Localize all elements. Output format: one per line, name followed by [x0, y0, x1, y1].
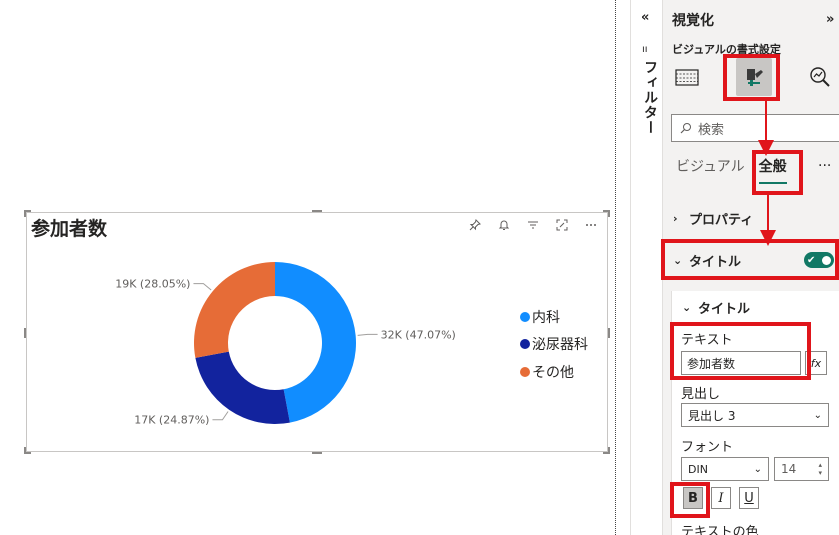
legend-dot: [520, 311, 530, 322]
title-text-input[interactable]: 参加者数: [681, 351, 801, 375]
paintbrush-format-icon: [747, 69, 763, 86]
collapse-pane-icon[interactable]: «: [641, 10, 649, 25]
legend-item[interactable]: 内科: [520, 303, 588, 331]
report-canvas[interactable]: 参加者数 32K (47.07%) 17K (24.87%) 19K (28.0…: [0, 0, 616, 535]
analytics-magnifier-icon: [810, 67, 830, 87]
legend-dot: [520, 366, 530, 377]
font-value: DIN: [688, 462, 708, 476]
resize-handle[interactable]: [608, 447, 610, 454]
section-properties-label: プロパティ: [689, 212, 754, 228]
resize-handle[interactable]: [312, 452, 322, 454]
legend-dot: [520, 339, 530, 350]
tab-general[interactable]: 全般: [758, 156, 787, 184]
data-label: 17K (24.87%): [134, 414, 209, 427]
heading-value: 見出し 3: [688, 408, 736, 423]
donut-slice[interactable]: [194, 262, 275, 358]
legend-item[interactable]: 泌尿器科: [520, 331, 588, 359]
font-family-dropdown[interactable]: DIN ⌄: [681, 457, 769, 481]
donut-visual[interactable]: 参加者数 32K (47.07%) 17K (24.87%) 19K (28.0…: [24, 210, 610, 454]
font-label: フォント: [681, 440, 734, 455]
heading-label: 見出し: [681, 387, 721, 402]
font-size-stepper[interactable]: 14 ▴ ▾: [774, 457, 829, 481]
filter-pane-collapsed[interactable]: ıı フィルター: [630, 0, 662, 535]
font-size-value: 14: [781, 462, 797, 476]
format-search-input[interactable]: 検索: [671, 114, 839, 142]
chevron-down-icon: ⌄: [673, 253, 683, 267]
section-title-label: タイトル: [689, 254, 742, 270]
legend-label: 内科: [532, 309, 560, 326]
format-subtabs: ビジュアル 全般: [676, 156, 801, 184]
title-settings-card: ⌄ タイトル テキスト 参加者数 fx 見出し 見出し 3 ⌄ フォント DIN…: [671, 291, 839, 535]
chevron-down-icon: ⌄: [753, 463, 762, 475]
card-header[interactable]: ⌄ タイトル: [682, 298, 750, 317]
title-toggle[interactable]: ✔: [804, 252, 834, 268]
build-visual-tab[interactable]: [669, 58, 705, 96]
fields-grid-icon: [675, 69, 699, 86]
text-label: テキスト: [681, 333, 733, 348]
data-label: 19K (28.05%): [115, 278, 190, 291]
text-color-label: テキストの色: [681, 525, 759, 535]
leader-line: [212, 411, 229, 421]
data-label: 32K (47.07%): [381, 328, 456, 341]
resize-handle[interactable]: [608, 328, 610, 338]
filter-pane-label[interactable]: フィルター: [640, 60, 660, 135]
leader-line: [357, 333, 378, 336]
donut-slice[interactable]: [275, 262, 356, 423]
stepper-arrows-icon: ▴ ▾: [818, 461, 822, 477]
visualizations-pane: 視覚化 » ビジュアルの書式設定 検索 ビジュアル 全般 ··· › プロパティ…: [662, 0, 839, 535]
analytics-tab[interactable]: [802, 58, 838, 96]
card-header-label: タイトル: [698, 302, 751, 317]
page-boundary: [615, 0, 616, 535]
resize-handle[interactable]: [24, 447, 26, 454]
chevron-down-icon: ⌄: [813, 409, 822, 421]
app-root: 参加者数 32K (47.07%) 17K (24.87%) 19K (28.0…: [0, 0, 839, 535]
legend-label: 泌尿器科: [532, 337, 588, 354]
check-icon: ✔: [807, 254, 816, 266]
section-title[interactable]: ⌄ タイトル ✔: [673, 245, 839, 275]
section-properties[interactable]: › プロパティ: [673, 203, 839, 233]
chevron-down-icon: ⌄: [682, 301, 692, 314]
bold-button[interactable]: B: [683, 487, 703, 509]
filter-expand-icon[interactable]: ıı: [642, 44, 648, 55]
leader-line: [193, 283, 212, 291]
chevron-right-icon: ›: [673, 211, 678, 225]
resize-handle[interactable]: [24, 328, 26, 338]
search-placeholder: 検索: [698, 122, 725, 138]
resize-handle[interactable]: [24, 210, 26, 217]
more-tabs-icon[interactable]: ···: [818, 158, 831, 174]
toggle-knob: [822, 255, 831, 265]
tab-visual[interactable]: ビジュアル: [676, 156, 745, 184]
resize-handle[interactable]: [608, 210, 610, 217]
conditional-format-button[interactable]: fx: [805, 351, 827, 375]
heading-dropdown[interactable]: 見出し 3 ⌄: [681, 403, 829, 427]
resize-handle[interactable]: [312, 210, 322, 212]
chart-legend: 内科 泌尿器科 その他: [520, 303, 588, 386]
donut-slice[interactable]: [195, 351, 290, 424]
underline-button[interactable]: U: [739, 487, 759, 509]
italic-button[interactable]: I: [711, 487, 731, 509]
expand-pane-icon[interactable]: »: [826, 12, 834, 27]
pane-title: 視覚化: [672, 13, 714, 29]
pane-subtitle: ビジュアルの書式設定: [672, 43, 781, 56]
format-visual-tab[interactable]: [736, 58, 772, 96]
search-icon: [680, 123, 691, 134]
format-tabs: [663, 58, 839, 102]
legend-label: その他: [532, 364, 574, 381]
legend-item[interactable]: その他: [520, 358, 588, 386]
